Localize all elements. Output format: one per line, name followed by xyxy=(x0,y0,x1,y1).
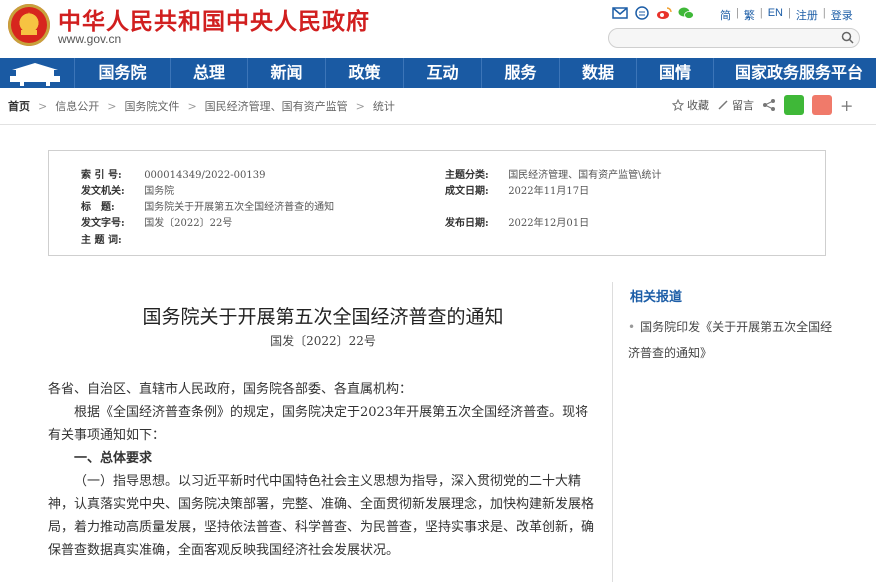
index-row: 索 引 号: 000014349/2022-00139 xyxy=(81,166,265,181)
weibo-icon[interactable] xyxy=(656,6,672,20)
wechat-icon[interactable] xyxy=(678,6,694,20)
comment-label: 留言 xyxy=(732,99,754,112)
top-links: 简 | 繁 | EN | 注册 | 登录 xyxy=(720,7,853,23)
search-icon[interactable] xyxy=(841,31,854,44)
index-label: 索 引 号: xyxy=(81,170,122,181)
title-row: 标 题: 国务院关于开展第五次全国经济普查的通知 xyxy=(81,198,334,213)
section-heading: 一、总体要求 xyxy=(74,451,153,466)
document-info-box: 索 引 号: 000014349/2022-00139 主题分类: 国民经济管理… xyxy=(48,150,826,256)
breadcrumb-state-council-docs[interactable]: 国务院文件 xyxy=(124,98,179,114)
breadcrumb: 首页 > 信息公开 > 国务院文件 > 国民经济管理、国有资产监管 > 统计 xyxy=(8,98,395,114)
salutation: 各省、自治区、直辖市人民政府，国务院各部委、各直属机构： xyxy=(48,382,413,397)
doc-no-row: 发文字号: 国发〔2022〕22号 xyxy=(81,214,232,229)
nav-premier[interactable]: 总理 xyxy=(170,58,247,88)
site-url: www.gov.cn xyxy=(58,32,122,46)
share-icon[interactable] xyxy=(762,98,776,112)
related-report-link[interactable]: 国务院印发《关于开展第五次全国经济普查的通知》 xyxy=(628,320,832,360)
mail-icon[interactable] xyxy=(612,6,628,20)
breadcrumb-statistics[interactable]: 统计 xyxy=(373,98,395,114)
sidebar-divider xyxy=(612,282,613,582)
site-title[interactable]: 中华人民共和国中央人民政府 xyxy=(58,2,370,36)
weibo-share-icon[interactable] xyxy=(812,95,832,115)
issuer-row: 发文机关: 国务院 xyxy=(81,182,174,197)
nav-interaction[interactable]: 互动 xyxy=(403,58,481,88)
wechat-share-icon[interactable] xyxy=(784,95,804,115)
nav-policy[interactable]: 政策 xyxy=(325,58,403,88)
keywords-row: 主 题 词: xyxy=(81,231,141,246)
link-traditional[interactable]: 繁 xyxy=(744,7,755,23)
title-label: 标 题: xyxy=(81,202,115,213)
more-share-icon[interactable]: + xyxy=(840,96,853,115)
favorite-button[interactable]: 收藏 xyxy=(672,97,709,113)
nav-state-council[interactable]: 国务院 xyxy=(74,58,170,88)
category-row: 主题分类: 国民经济管理、国有资产监管\统计 xyxy=(445,166,662,181)
breadcrumb-economic-mgmt[interactable]: 国民经济管理、国有资产监管 xyxy=(205,98,348,114)
date-written-row: 成文日期: 2022年11月17日 xyxy=(445,182,589,197)
breadcrumb-info-disclosure[interactable]: 信息公开 xyxy=(55,98,99,114)
publish-label: 发布日期: xyxy=(445,218,489,229)
issuer-label: 发文机关: xyxy=(81,186,125,197)
nav-news[interactable]: 新闻 xyxy=(247,58,325,88)
article-doc-number: 国发〔2022〕22号 xyxy=(270,334,376,348)
doc-no-value: 国发〔2022〕22号 xyxy=(144,218,233,229)
nav-national-info[interactable]: 国情 xyxy=(636,58,713,88)
category-value: 国民经济管理、国有资产监管\统计 xyxy=(508,170,662,181)
pencil-icon xyxy=(718,100,728,110)
related-report-item[interactable]: • 国务院印发《关于开展第五次全国经济普查的通知》 xyxy=(628,314,838,366)
paragraph-guiding-thought: （一）指导思想。以习近平新时代中国特色社会主义思想为指导，深入贯彻党的二十大精神… xyxy=(48,474,595,558)
star-icon xyxy=(672,99,684,111)
article-title: 国务院关于开展第五次全国经济普查的通知 xyxy=(142,306,504,328)
category-label: 主题分类: xyxy=(445,170,489,181)
site-header: 中华人民共和国中央人民政府 www.gov.cn 简 | 繁 | EN | 注册 | 登… xyxy=(0,0,876,56)
paragraph-intro: 根据《全国经济普查条例》的规定，国务院决定于2023年开展第五次全国经济普查。现… xyxy=(48,405,589,443)
favorite-label: 收藏 xyxy=(687,99,709,112)
publish-row: 发布日期: 2022年12月01日 xyxy=(445,214,589,229)
divider xyxy=(0,124,876,125)
link-login[interactable]: 登录 xyxy=(831,7,853,23)
nav-services[interactable]: 服务 xyxy=(481,58,559,88)
article-body: 各省、自治区、直辖市人民政府，国务院各部委、各直属机构： 根据《全国经济普查条例… xyxy=(48,378,596,562)
title-value: 国务院关于开展第五次全国经济普查的通知 xyxy=(144,202,335,213)
bullet-icon: • xyxy=(628,320,636,334)
related-reports-title: 相关报道 xyxy=(630,290,683,305)
link-simplified[interactable]: 简 xyxy=(720,7,731,23)
message-icon[interactable] xyxy=(634,6,650,20)
page-tools: 收藏 留言 + xyxy=(672,95,853,115)
national-emblem-icon xyxy=(8,4,50,46)
link-english[interactable]: EN xyxy=(768,7,783,23)
date-written-value: 2022年11月17日 xyxy=(508,186,590,197)
nav-data[interactable]: 数据 xyxy=(559,58,636,88)
nav-gov-service-platform[interactable]: 国家政务服务平台 xyxy=(713,58,876,88)
keywords-label: 主 题 词: xyxy=(81,235,122,246)
search-input[interactable] xyxy=(617,30,841,49)
link-register[interactable]: 注册 xyxy=(796,7,818,23)
date-written-label: 成文日期: xyxy=(445,186,489,197)
comment-button[interactable]: 留言 xyxy=(717,97,754,113)
search-box xyxy=(608,28,860,49)
tiananmen-logo-icon[interactable] xyxy=(0,58,74,88)
share-icons xyxy=(612,6,694,20)
publish-value: 2022年12月01日 xyxy=(508,218,590,229)
main-nav: 国务院 总理 新闻 政策 互动 服务 数据 国情 国家政务服务平台 xyxy=(0,58,876,88)
breadcrumb-home[interactable]: 首页 xyxy=(8,98,30,114)
doc-no-label: 发文字号: xyxy=(81,218,125,229)
issuer-value: 国务院 xyxy=(144,186,175,197)
index-value: 000014349/2022-00139 xyxy=(144,170,266,181)
